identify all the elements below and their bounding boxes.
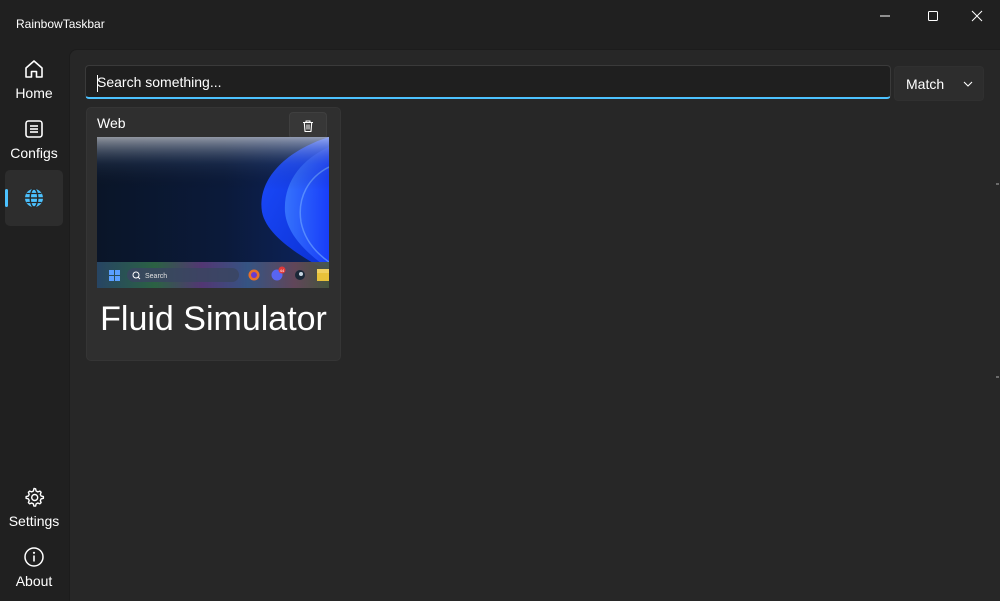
card-type-label: Web xyxy=(97,115,126,131)
maximize-icon xyxy=(928,11,938,21)
list-icon xyxy=(23,118,45,140)
close-button[interactable] xyxy=(954,0,1000,32)
app-title: RainbowTaskbar xyxy=(16,17,105,31)
sidebar-item-web[interactable] xyxy=(5,170,63,226)
globe-icon xyxy=(23,187,45,209)
search-input[interactable] xyxy=(85,65,891,99)
preview-search-text: Search xyxy=(145,273,167,280)
sidebar-item-label: Configs xyxy=(10,145,58,161)
info-icon xyxy=(23,546,45,568)
sidebar-item-configs[interactable]: Configs xyxy=(5,112,63,168)
card-preview-image: Search 44 xyxy=(97,137,329,288)
sidebar-item-label: Settings xyxy=(8,513,60,529)
sidebar-item-settings[interactable]: Settings xyxy=(5,480,63,536)
card-title: Fluid Simulator xyxy=(100,300,327,338)
gear-icon xyxy=(23,486,45,508)
scrollbar-mark xyxy=(996,376,999,378)
match-mode-label: Match xyxy=(906,75,945,92)
preview-badge-text: 44 xyxy=(280,268,285,273)
scrollbar-mark xyxy=(996,183,999,185)
home-icon xyxy=(23,58,45,80)
trash-icon xyxy=(303,119,313,132)
minimize-icon xyxy=(880,15,890,17)
text-caret xyxy=(97,75,98,92)
selection-indicator xyxy=(5,189,8,207)
chevron-down-icon xyxy=(963,81,973,87)
minimize-button[interactable] xyxy=(862,0,908,32)
match-mode-dropdown[interactable]: Match xyxy=(894,66,984,101)
app-window: RainbowTaskbar Home Configs Settings Abo… xyxy=(0,0,1000,601)
maximize-button[interactable] xyxy=(910,0,956,32)
title-bar: RainbowTaskbar xyxy=(0,0,1000,48)
sidebar-item-label: About xyxy=(15,573,53,589)
delete-button[interactable] xyxy=(289,112,327,139)
close-icon xyxy=(971,10,983,22)
sidebar: Home Configs Settings About xyxy=(0,48,68,600)
sidebar-item-about[interactable]: About xyxy=(5,540,63,596)
sidebar-item-home[interactable]: Home xyxy=(5,52,63,108)
sidebar-item-label: Home xyxy=(15,85,53,101)
